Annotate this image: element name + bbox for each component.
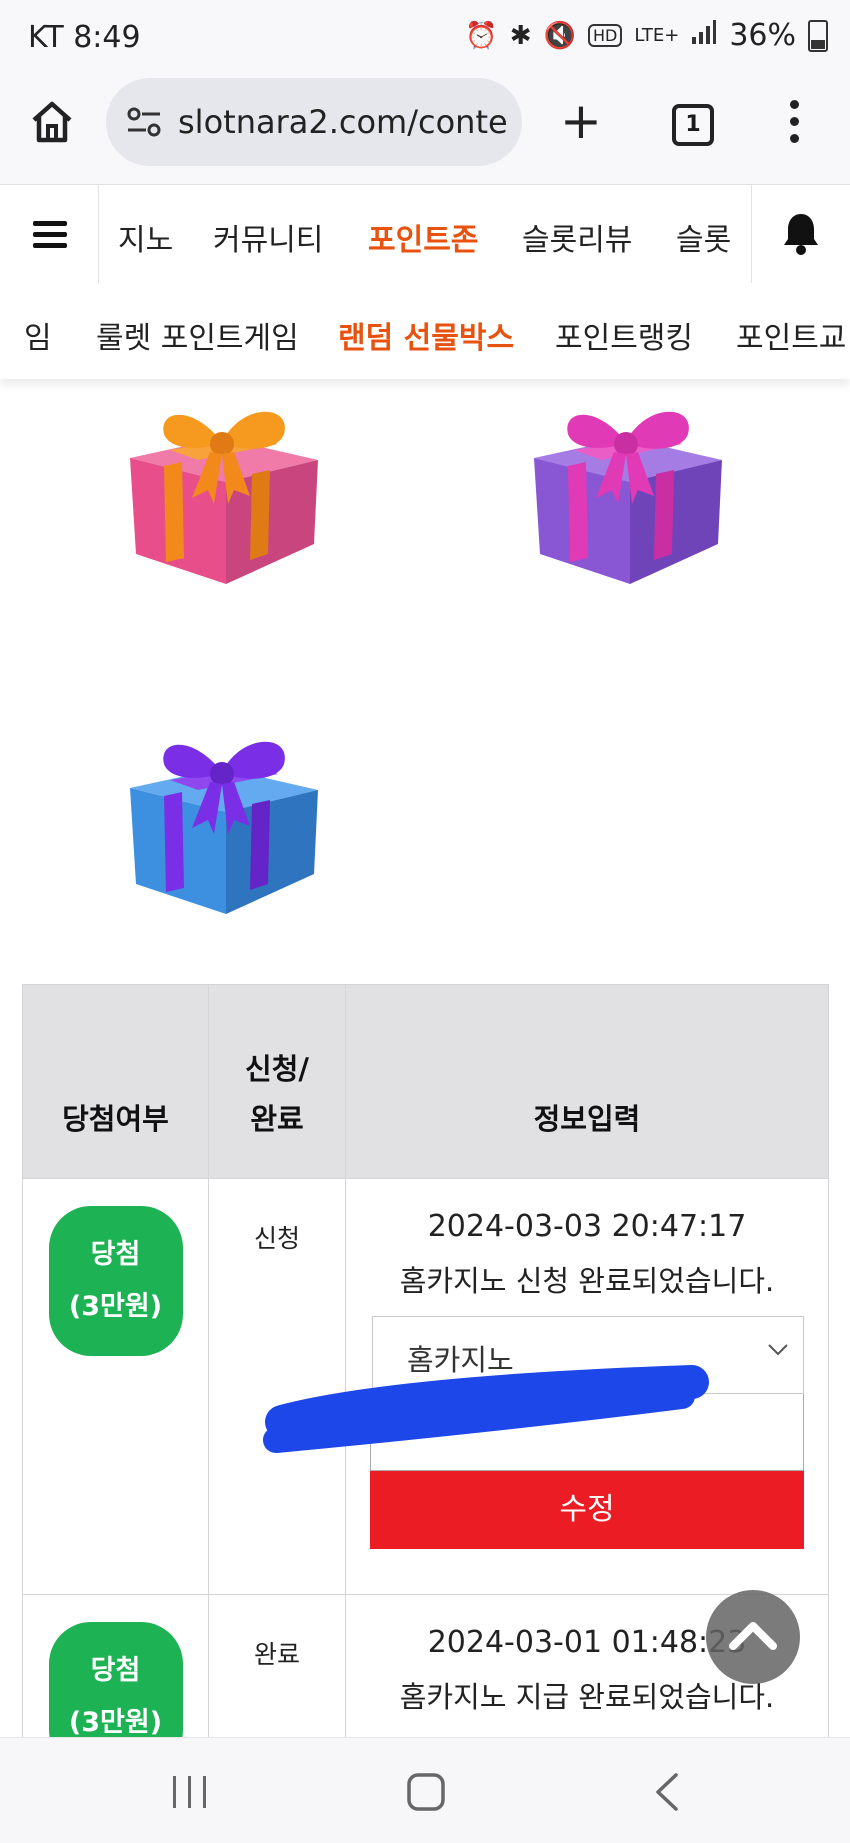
bell-icon [784,214,818,255]
header-apply-label: 신청/ [245,1052,309,1086]
status-icons: ⏰ ✱ 🔇 HD LTE+ 36% [465,18,828,53]
home-nav-icon[interactable] [406,1772,446,1812]
recent-apps-icon[interactable] [170,1774,210,1810]
site-main-nav: 지노 커뮤니티 포인트존 슬롯리뷰 슬롯 [0,184,850,284]
win-badge-amount: (3만원) [68,1291,163,1322]
table-header-row: 당첨여부 신청/ 완료 정보입력 [22,984,829,1179]
redaction-scribble [263,1365,709,1453]
sub-nav-item-game[interactable]: 임 [24,313,52,357]
nav-item-casino[interactable]: 지노 [118,215,173,259]
site-settings-icon[interactable] [126,107,162,137]
sub-nav-item-point-exchange[interactable]: 포인트교 [736,313,846,357]
edit-button[interactable]: 수정 [370,1471,804,1549]
chevron-up-icon [729,1622,777,1650]
hamburger-menu-icon[interactable] [0,185,99,283]
nav-item-community[interactable]: 커뮤니티 [213,215,323,259]
bluetooth-icon: ✱ [509,20,532,51]
sub-nav-item-roulette[interactable]: 룰렛 포인트게임 [96,313,299,357]
status-bar: KT 8:49 ⏰ ✱ 🔇 HD LTE+ 36% [0,0,850,78]
gift-box-purple[interactable] [526,394,726,594]
info-message: 홈카지노 신청 완료되었습니다. [399,1264,775,1298]
header-win-status: 당첨여부 [22,984,209,1179]
battery-icon [808,19,828,52]
nav-item-slot-review[interactable]: 슬롯리뷰 [522,215,632,259]
signal-icon [691,19,717,52]
url-text[interactable]: slotnara2.com/conte [178,103,508,141]
chevron-down-icon [768,1344,788,1356]
tab-switcher-button[interactable]: 1 [672,104,714,146]
gift-box-blue[interactable] [122,724,322,924]
browser-menu-icon[interactable] [790,100,802,151]
notification-button[interactable] [751,185,850,283]
sub-nav-item-point-ranking[interactable]: 포인트랭킹 [555,313,693,357]
win-badge: 당첨 (3만원) [48,1206,183,1356]
win-badge-label: 당첨 [90,1655,141,1686]
alarm-icon: ⏰ [465,20,498,51]
battery-percent: 36% [729,18,796,53]
info-date: 2024-03-03 20:47:17 [427,1209,747,1244]
address-bar[interactable]: slotnara2.com/conte [106,78,522,166]
hd-icon: HD [587,24,623,47]
nav-item-point-zone[interactable]: 포인트존 [368,215,478,259]
win-badge-label: 당첨 [90,1239,141,1270]
gift-box-pink[interactable] [122,394,322,594]
header-info-input: 정보입력 [345,984,829,1179]
carrier-time: KT 8:49 [28,20,141,55]
point-zone-sub-nav: 임 룰렛 포인트게임 랜덤 선물박스 포인트랭킹 포인트교 [0,283,850,379]
main-nav-items: 지노 커뮤니티 포인트존 슬롯리뷰 슬롯 [98,185,750,283]
system-nav-bar [0,1737,850,1843]
mute-icon: 🔇 [543,20,576,51]
new-tab-button[interactable]: + [560,96,602,146]
header-apply-complete: 신청/ 완료 [208,984,346,1179]
home-icon[interactable] [28,98,76,146]
win-cell: 당첨 (3만원) [22,1178,209,1595]
scroll-to-top-button[interactable] [706,1590,800,1684]
sub-nav-item-random-gift-box[interactable]: 랜덤 선물박스 [338,313,514,357]
network-type: LTE+ [634,25,680,46]
browser-toolbar: slotnara2.com/conte + 1 [0,78,850,184]
header-complete-label: 완료 [250,1102,304,1136]
back-nav-icon[interactable] [652,1772,682,1812]
nav-item-slot[interactable]: 슬롯 [676,215,731,259]
